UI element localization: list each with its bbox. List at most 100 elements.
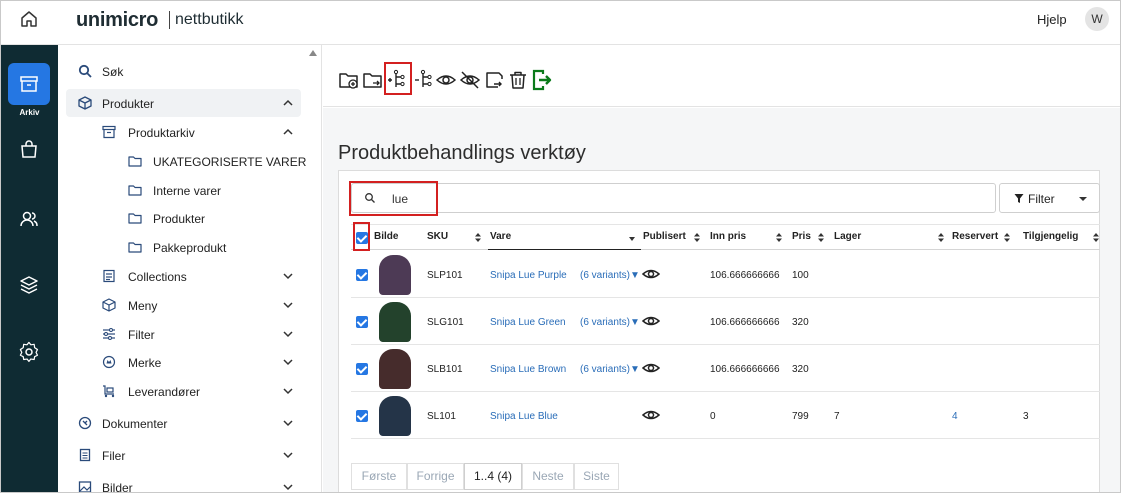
folder-icon (128, 242, 142, 253)
sidebar-item-label: Filter (128, 328, 155, 342)
cell-vare[interactable]: Snipa Lue Purple (490, 270, 567, 281)
variants-toggle[interactable]: (6 variants)▼ (580, 317, 640, 328)
export-icon[interactable] (484, 69, 506, 91)
chevron-down-icon (283, 273, 293, 280)
settings-icon[interactable] (18, 341, 40, 363)
sort-icon[interactable] (938, 233, 944, 242)
sidebar-item-produkter-folder[interactable]: Produkter (66, 204, 301, 232)
chevron-down-icon (283, 420, 293, 427)
eye-icon[interactable] (642, 408, 660, 422)
sidebar-item-bilder[interactable]: Bilder (66, 473, 301, 493)
publish-icon[interactable] (435, 69, 457, 91)
help-link[interactable]: Hjelp (1037, 12, 1067, 27)
document-icon (78, 416, 92, 430)
sidebar: Søk Produkter Produktarkiv UKATEGORISERT… (58, 45, 322, 493)
cell-reservert[interactable]: 4 (952, 411, 958, 422)
logo[interactable]: unimicro (76, 9, 158, 32)
eye-icon[interactable] (642, 361, 660, 375)
search-box[interactable] (351, 183, 996, 213)
scroll-up-arrow[interactable] (309, 50, 317, 56)
row-checkbox[interactable] (356, 269, 368, 281)
sidebar-item-sok[interactable]: Søk (66, 57, 301, 85)
column-sku[interactable]: SKU (427, 231, 448, 242)
variants-toggle[interactable]: (6 variants)▼ (580, 364, 640, 375)
layers-icon[interactable] (18, 274, 40, 296)
users-icon[interactable] (18, 208, 40, 230)
cell-inn-pris: 0 (710, 411, 716, 422)
column-vare[interactable]: Vare (490, 231, 511, 242)
delete-icon[interactable] (507, 69, 529, 91)
filter-dropdown-button[interactable] (1067, 183, 1100, 213)
table-row[interactable]: SLG101 Snipa Lue Green (6 variants)▼ 106… (351, 298, 1100, 345)
pager-next[interactable]: Neste (522, 463, 574, 490)
unpublish-icon[interactable] (459, 69, 481, 91)
sidebar-item-filter[interactable]: Filter (66, 320, 301, 348)
avatar[interactable]: W (1085, 7, 1109, 31)
top-header: unimicro nettbutikk Hjelp W (1, 1, 1120, 45)
column-lager[interactable]: Lager (834, 231, 861, 242)
search-input[interactable] (392, 190, 972, 208)
sort-icon[interactable] (776, 233, 782, 242)
table-row[interactable]: SL101 Snipa Lue Blue 0 799 7 4 3 (351, 392, 1100, 439)
sidebar-item-meny[interactable]: Meny (66, 291, 301, 319)
table-row[interactable]: SLB101 Snipa Lue Brown (6 variants)▼ 106… (351, 345, 1100, 392)
rail-archive-button[interactable] (8, 63, 50, 105)
column-reservert[interactable]: Reservert (952, 231, 998, 242)
sidebar-item-label: Filer (102, 449, 126, 463)
eye-icon[interactable] (642, 314, 660, 328)
product-thumbnail (379, 349, 411, 389)
column-tilgjengelig[interactable]: Tilgjengelig (1023, 231, 1078, 242)
sidebar-item-produktarkiv[interactable]: Produktarkiv (66, 118, 301, 146)
pager-first[interactable]: Første (351, 463, 407, 490)
sidebar-item-label: Bilder (102, 481, 133, 493)
eye-icon[interactable] (642, 267, 660, 281)
product-panel: Filter Bilde SKU Vare Publisert Inn pris… (338, 170, 1100, 492)
sort-icon[interactable] (1093, 233, 1099, 242)
highlight-select-all (353, 222, 370, 251)
folder-icon (128, 213, 142, 224)
sidebar-item-produkter[interactable]: Produkter (66, 89, 301, 117)
variants-toggle[interactable]: (6 variants)▼ (580, 270, 640, 281)
row-checkbox[interactable] (356, 410, 368, 422)
sidebar-item-merke[interactable]: Merke (66, 348, 301, 376)
column-pris[interactable]: Pris (792, 231, 811, 242)
filter-icon (1014, 194, 1024, 203)
add-folder-icon[interactable] (338, 69, 360, 91)
sort-icon[interactable] (1004, 233, 1010, 242)
pager-last[interactable]: Siste (574, 463, 619, 490)
sort-icon[interactable] (475, 233, 481, 242)
exit-icon[interactable] (531, 69, 553, 91)
column-inn-pris[interactable]: Inn pris (710, 231, 746, 242)
sort-icon[interactable] (694, 233, 700, 242)
sidebar-item-label: Meny (128, 299, 158, 313)
sidebar-item-filer[interactable]: Filer (66, 441, 301, 469)
cell-vare[interactable]: Snipa Lue Green (490, 317, 566, 328)
remove-variant-icon[interactable] (414, 69, 436, 91)
image-icon (78, 481, 92, 492)
cell-vare[interactable]: Snipa Lue Blue (490, 411, 558, 422)
sidebar-item-label: Produkter (153, 212, 206, 226)
sidebar-item-pakkeprodukt[interactable]: Pakkeprodukt (66, 233, 301, 261)
cell-vare[interactable]: Snipa Lue Brown (490, 364, 566, 375)
column-publisert[interactable]: Publisert (643, 231, 686, 242)
row-checkbox[interactable] (356, 363, 368, 375)
bag-icon[interactable] (18, 138, 40, 160)
sidebar-item-ukategoriserte[interactable]: UKATEGORISERTE VARER (66, 147, 306, 175)
file-icon (79, 448, 91, 462)
sort-icon[interactable] (818, 233, 824, 242)
pager-prev[interactable]: Forrige (407, 463, 464, 490)
sidebar-item-dokumenter[interactable]: Dokumenter (66, 409, 301, 437)
cell-pris: 320 (792, 317, 809, 328)
sidebar-item-collections[interactable]: Collections (66, 262, 301, 290)
sidebar-item-interne-varer[interactable]: Interne varer (66, 176, 301, 204)
sidebar-item-leverandorer[interactable]: Leverandører (66, 377, 301, 405)
home-icon[interactable] (19, 9, 39, 29)
move-folder-icon[interactable] (362, 69, 384, 91)
chevron-down-icon (283, 302, 293, 309)
search-icon (78, 64, 92, 78)
row-checkbox[interactable] (356, 316, 368, 328)
filter-button[interactable]: Filter (999, 183, 1068, 213)
table-row[interactable]: SLP101 Snipa Lue Purple (6 variants)▼ 10… (351, 251, 1100, 298)
cell-lager: 7 (834, 411, 840, 422)
sort-desc-icon[interactable] (629, 235, 635, 244)
